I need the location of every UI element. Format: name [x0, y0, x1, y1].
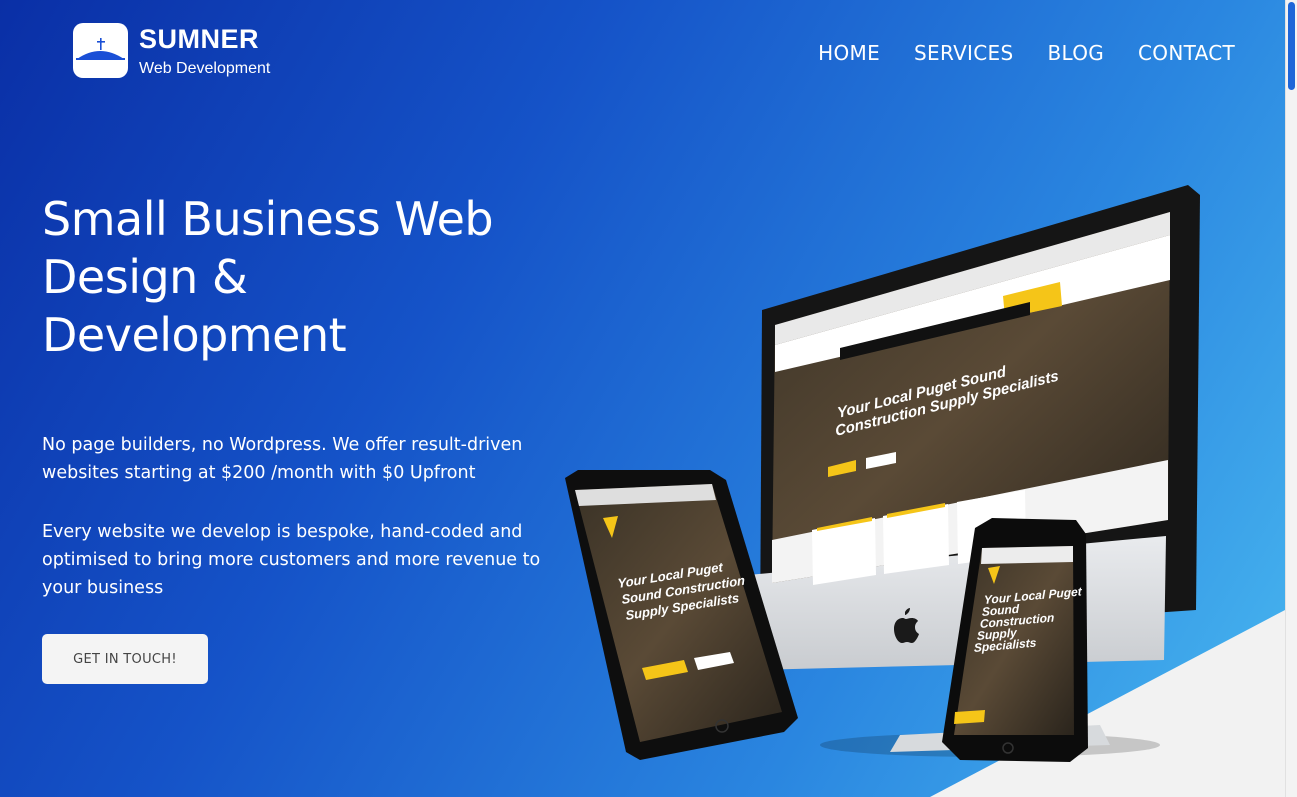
logo[interactable] [73, 23, 128, 78]
nav-contact[interactable]: CONTACT [1138, 41, 1235, 65]
get-in-touch-button[interactable]: GET IN TOUCH! [42, 634, 208, 684]
hero-title: Small Business Web Design & Development [42, 192, 494, 362]
scrollbar-thumb[interactable] [1288, 2, 1295, 90]
nav-blog[interactable]: BLOG [1047, 41, 1104, 65]
nav-services[interactable]: SERVICES [914, 41, 1013, 65]
brand-tagline: Web Development [139, 60, 271, 77]
scrollbar-track[interactable] [1285, 0, 1297, 797]
hill-with-cross-icon [76, 38, 125, 60]
brand-name: SUMNER [139, 24, 260, 54]
hero-paragraph-bespoke: Every website we develop is bespoke, han… [42, 522, 541, 598]
hero-paragraph-pricing: No page builders, no Wordpress. We offer… [42, 435, 523, 483]
nav-home[interactable]: HOME [818, 41, 880, 65]
main-nav: HOME SERVICES BLOG CONTACT [818, 41, 1235, 65]
